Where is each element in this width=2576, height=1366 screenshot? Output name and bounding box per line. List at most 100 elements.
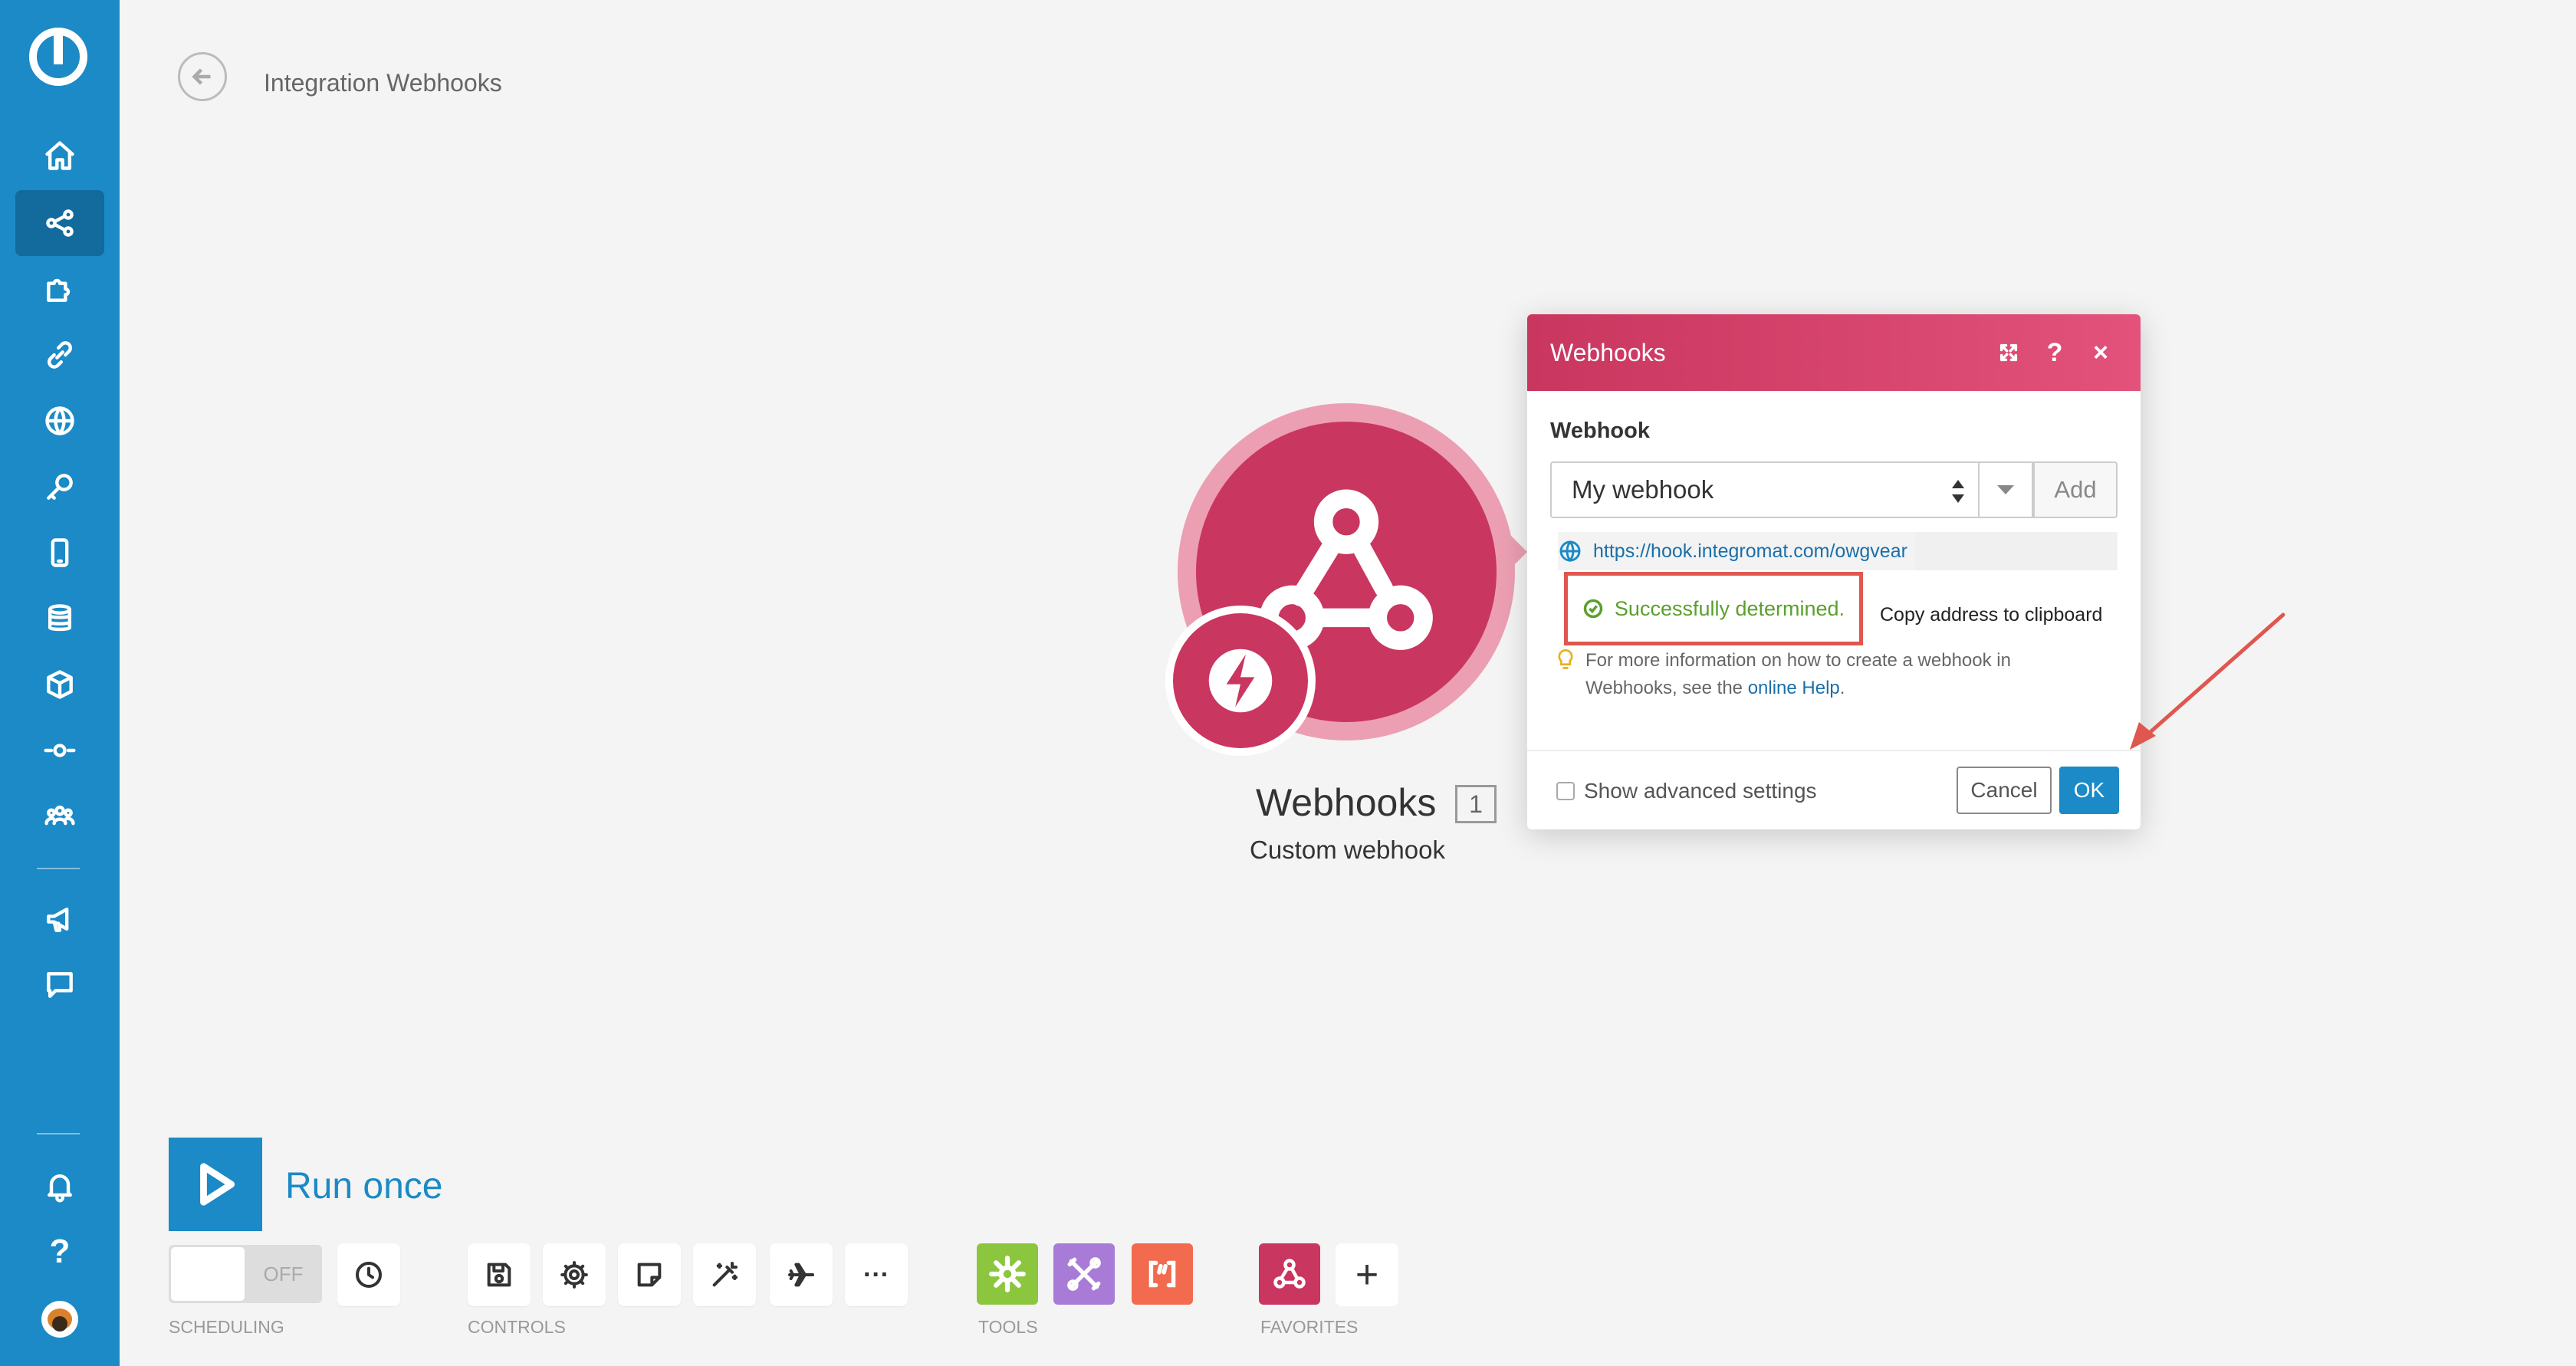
instant-trigger-badge xyxy=(1165,606,1316,756)
page-title: Integration Webhooks xyxy=(264,69,502,97)
chat-icon xyxy=(47,972,73,998)
expand-icon xyxy=(1999,343,2018,362)
megaphone-icon xyxy=(47,907,69,932)
webhook-select[interactable]: My webhook xyxy=(1550,461,1980,518)
tool-text-parser[interactable] xyxy=(1132,1243,1193,1305)
module-name: Webhooks xyxy=(1256,781,1437,824)
dialog-close-button[interactable]: × xyxy=(2084,336,2118,369)
more-options-button[interactable]: ··· xyxy=(845,1243,908,1306)
sidebar-item-feedback[interactable] xyxy=(15,952,104,1018)
back-button[interactable] xyxy=(178,52,227,101)
sidebar-item-data-structures[interactable] xyxy=(15,652,104,717)
sidebar-item-flow[interactable] xyxy=(15,717,104,783)
url-redaction xyxy=(1915,532,2118,570)
advanced-settings-label[interactable]: Show advanced settings xyxy=(1584,779,1817,803)
sidebar-item-help[interactable]: ? xyxy=(15,1219,104,1285)
add-webhook-button[interactable]: Add xyxy=(2033,461,2118,518)
auto-align-button[interactable] xyxy=(693,1243,756,1306)
sidebar-item-announcements[interactable] xyxy=(15,886,104,952)
key-icon xyxy=(47,474,73,500)
success-message: Successfully determined. xyxy=(1614,596,1845,620)
webhook-url[interactable]: https://hook.integromat.com/owgvear xyxy=(1593,540,1915,563)
advanced-settings-checkbox[interactable] xyxy=(1556,782,1575,800)
scenario-settings-button[interactable] xyxy=(543,1243,606,1306)
link-icon xyxy=(48,341,72,369)
success-highlight: Successfully determined. xyxy=(1564,572,1863,645)
lightbulb-icon xyxy=(1556,649,1575,672)
save-icon xyxy=(487,1263,511,1287)
bell-icon xyxy=(48,1174,72,1203)
globe-icon xyxy=(45,406,74,435)
puzzle-icon xyxy=(47,278,71,302)
clock-icon xyxy=(356,1262,382,1288)
sidebar-item-apps[interactable] xyxy=(15,256,104,322)
gear-icon xyxy=(560,1261,588,1289)
module-subtitle: Custom webhook xyxy=(1250,836,1445,864)
sidebar-item-home[interactable] xyxy=(15,123,104,189)
scenarios-icon xyxy=(46,209,74,237)
scheduling-group-label: SCHEDULING xyxy=(169,1317,284,1337)
dialog-header[interactable]: Webhooks ? × xyxy=(1527,314,2141,391)
favorites-group-label: FAVORITES xyxy=(1260,1317,1359,1337)
app-logo[interactable] xyxy=(29,28,87,86)
brackets-icon xyxy=(1148,1260,1176,1288)
toggle-knob xyxy=(171,1247,245,1301)
sidebar-item-connections[interactable] xyxy=(15,322,104,388)
sidebar-divider xyxy=(37,868,80,869)
hint-end: . xyxy=(1839,678,1845,698)
arrow-left-icon xyxy=(192,68,211,85)
team-icon xyxy=(44,805,75,826)
device-icon xyxy=(51,538,69,567)
trigger-inner xyxy=(1173,613,1308,748)
sidebar-item-notifications[interactable] xyxy=(15,1153,104,1219)
box-icon xyxy=(47,670,73,699)
tool-tools[interactable] xyxy=(1053,1243,1115,1305)
dialog-help-button[interactable]: ? xyxy=(2038,336,2072,369)
ok-button[interactable]: OK xyxy=(2059,767,2119,814)
note-icon xyxy=(637,1263,662,1287)
lightning-icon xyxy=(1208,649,1273,713)
gear-icon xyxy=(989,1256,1026,1292)
add-favorite-button[interactable]: + xyxy=(1336,1243,1398,1306)
annotation-arrow-icon xyxy=(2130,612,2285,750)
sidebar-item-datastores[interactable] xyxy=(15,586,104,652)
favorite-webhooks[interactable] xyxy=(1259,1243,1320,1305)
webhook-url-row: https://hook.integromat.com/owgvear xyxy=(1558,532,2118,570)
run-once-button[interactable] xyxy=(169,1138,262,1231)
sidebar-item-webhooks[interactable] xyxy=(15,388,104,454)
home-icon xyxy=(45,141,74,170)
sidebar-item-devices[interactable] xyxy=(15,520,104,586)
webhook-dropdown-button[interactable] xyxy=(1980,461,2033,518)
tool-flow-control[interactable] xyxy=(977,1243,1038,1305)
dialog-title: Webhooks xyxy=(1550,338,1666,366)
copy-address-button[interactable]: Copy address to clipboard xyxy=(1872,596,2111,633)
sidebar-divider xyxy=(37,1133,80,1135)
webhooks-dialog: Webhooks ? × Webhook My webhook Add http… xyxy=(1527,314,2141,829)
save-button[interactable] xyxy=(468,1243,531,1306)
sidebar-item-team[interactable] xyxy=(15,783,104,849)
controls-group-label: CONTROLS xyxy=(468,1317,566,1337)
tools-group-label: TOOLS xyxy=(978,1317,1038,1337)
database-icon xyxy=(48,604,72,632)
webhook-icon xyxy=(1273,1259,1306,1289)
online-help-link[interactable]: online Help xyxy=(1748,678,1840,698)
webhook-field-label: Webhook xyxy=(1550,419,1650,443)
notes-button[interactable] xyxy=(618,1243,681,1306)
toggle-state-label: OFF xyxy=(263,1262,304,1286)
sidebar: ? xyxy=(0,0,120,1366)
explain-flow-button[interactable] xyxy=(770,1243,833,1306)
airplane-icon xyxy=(788,1263,814,1287)
schedule-settings-button[interactable] xyxy=(337,1243,400,1306)
run-once-label[interactable]: Run once xyxy=(285,1165,442,1207)
hint-text: For more information on how to create a … xyxy=(1585,647,2091,702)
expand-button[interactable] xyxy=(1992,336,2026,369)
module-count-badge: 1 xyxy=(1455,785,1497,823)
scheduling-toggle[interactable]: OFF xyxy=(169,1245,322,1303)
sidebar-item-keys[interactable] xyxy=(15,454,104,520)
module-connector[interactable] xyxy=(1497,521,1527,583)
sidebar-item-scenarios[interactable] xyxy=(15,190,104,256)
select-arrows-icon xyxy=(1952,480,1964,503)
sidebar-item-profile[interactable] xyxy=(15,1286,104,1352)
dialog-divider xyxy=(1527,750,2141,751)
cancel-button[interactable]: Cancel xyxy=(1957,767,2052,814)
